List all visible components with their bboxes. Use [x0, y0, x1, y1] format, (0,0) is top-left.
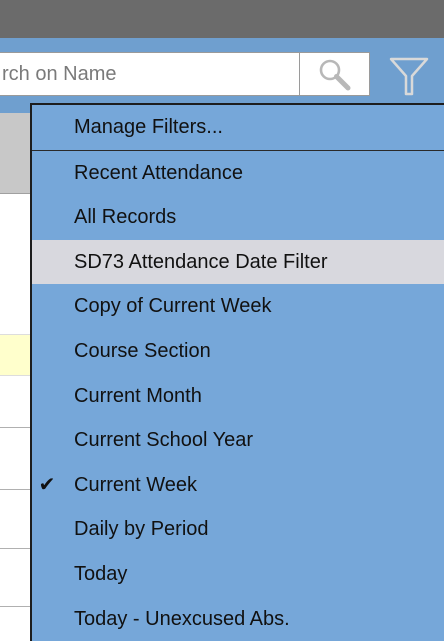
menu-item-label: Today - Unexcused Abs. [74, 607, 290, 630]
menu-item-current-month[interactable]: Current Month [32, 374, 444, 419]
menu-item-label: Daily by Period [74, 518, 209, 541]
search-input[interactable] [0, 52, 300, 96]
magnifier-icon [319, 59, 350, 91]
background-row-divider [0, 606, 30, 607]
menu-item-label: All Records [74, 206, 177, 229]
menu-item-label: SD73 Attendance Date Filter [74, 250, 328, 273]
checkmark-icon: ✔ [38, 473, 56, 496]
app-header-bar [0, 0, 444, 38]
menu-item-label: Copy of Current Week [74, 295, 272, 318]
menu-item-label: Today [74, 562, 128, 585]
menu-item-current-school-year[interactable]: Current School Year [32, 418, 444, 463]
menu-item-copy-of-current-week[interactable]: Copy of Current Week [32, 284, 444, 329]
background-tab [0, 113, 30, 194]
menu-item-all-records[interactable]: All Records [32, 195, 444, 240]
menu-item-today-unexcused-abs[interactable]: Today - Unexcused Abs. [32, 597, 444, 641]
search-button[interactable] [300, 52, 370, 96]
menu-item-current-week[interactable]: ✔ Current Week [32, 463, 444, 508]
funnel-icon [389, 57, 429, 96]
filter-button[interactable] [374, 52, 444, 102]
background-row-divider [0, 548, 30, 549]
menu-item-label: Recent Attendance [74, 161, 244, 184]
menu-item-course-section[interactable]: Course Section [32, 329, 444, 374]
menu-item-daily-by-period[interactable]: Daily by Period [32, 507, 444, 552]
menu-item-manage-filters[interactable]: Manage Filters... [32, 105, 444, 151]
menu-item-today[interactable]: Today [32, 552, 444, 597]
menu-item-recent-attendance[interactable]: Recent Attendance [32, 151, 444, 196]
menu-item-label: Manage Filters... [74, 116, 223, 138]
menu-item-label: Course Section [74, 339, 211, 362]
background-row-divider [0, 489, 30, 490]
background-selected-row [0, 334, 30, 376]
menu-item-label: Current Week [74, 473, 198, 496]
menu-item-label: Current School Year [74, 429, 254, 452]
menu-item-sd73-attendance-date-filter[interactable]: SD73 Attendance Date Filter [32, 239, 444, 285]
menu-item-label: Current Month [74, 384, 202, 407]
background-row-divider [0, 427, 30, 428]
filter-dropdown-menu: Manage Filters... Recent Attendance All … [30, 103, 444, 641]
